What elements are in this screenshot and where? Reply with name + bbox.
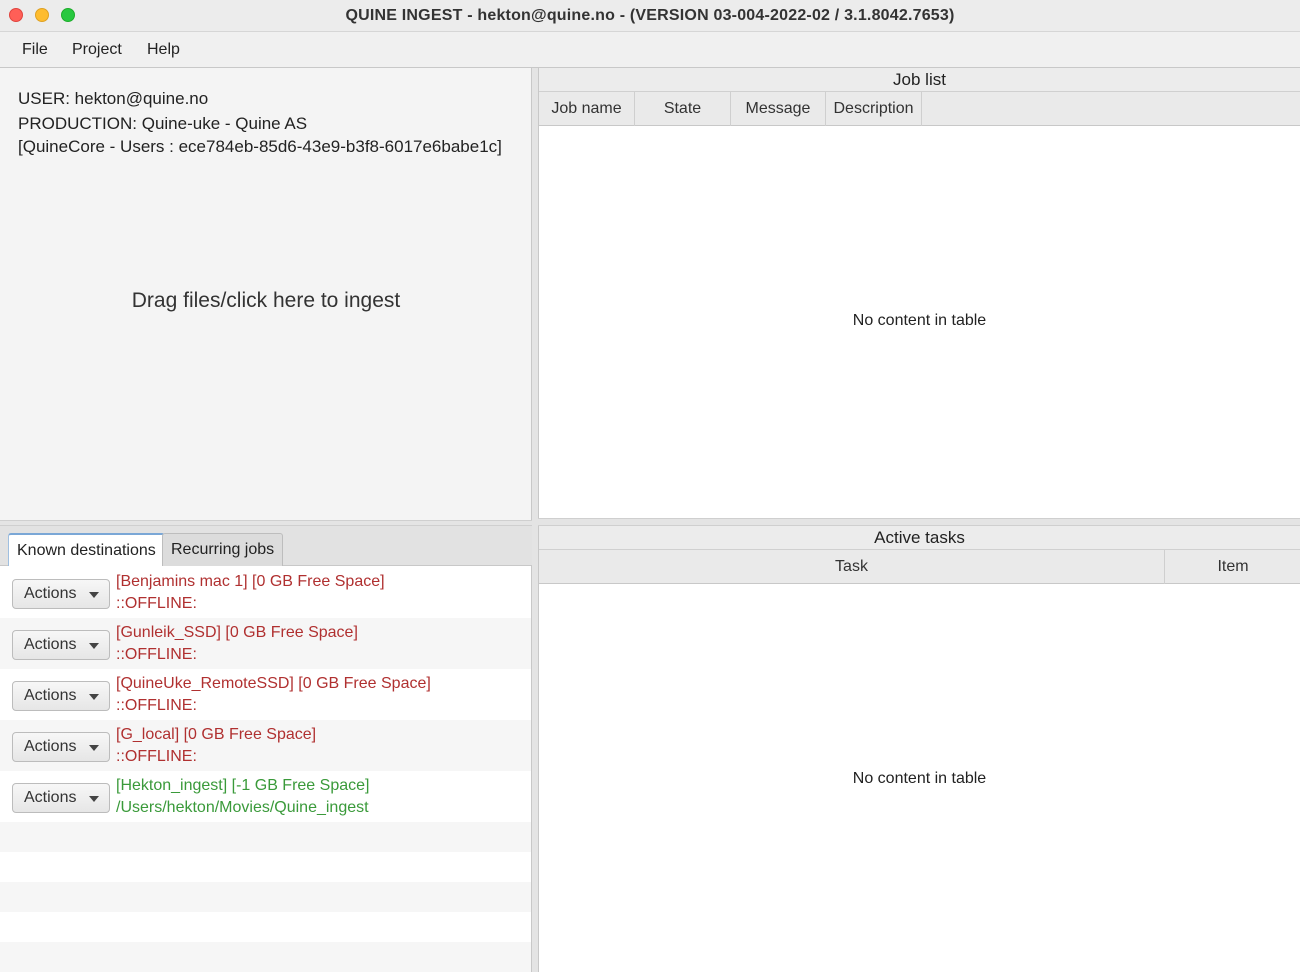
- column-job-name[interactable]: Job name: [539, 92, 635, 126]
- caret-down-icon: [89, 643, 99, 649]
- column-state[interactable]: State: [635, 92, 731, 126]
- destination-name: [G_local] [0 GB Free Space]: [116, 726, 317, 743]
- title-bar: QUINE INGEST - hekton@quine.no - (VERSIO…: [0, 0, 1300, 32]
- menu-bar: File Project Help: [0, 32, 1300, 68]
- destination-status: ::OFFLINE:: [116, 748, 197, 765]
- user-info: USER: hekton@quine.no: [18, 89, 209, 108]
- actions-label: Actions: [24, 789, 77, 806]
- core-info: [QuineCore - Users : ece784eb-85d6-43e9-…: [18, 137, 502, 156]
- menu-help[interactable]: Help: [147, 41, 180, 59]
- actions-dropdown-button[interactable]: Actions: [12, 783, 110, 813]
- empty-row: [0, 882, 531, 912]
- actions-dropdown-button[interactable]: Actions: [12, 579, 110, 609]
- list-item: Actions [Benjamins mac 1] [0 GB Free Spa…: [0, 567, 531, 618]
- destination-info: [G_local] [0 GB Free Space] ::OFFLINE:: [116, 724, 316, 768]
- destination-name: [Gunleik_SSD] [0 GB Free Space]: [116, 624, 358, 641]
- caret-down-icon: [89, 592, 99, 598]
- list-item: Actions [Gunleik_SSD] [0 GB Free Space] …: [0, 618, 531, 669]
- production-info: PRODUCTION: Quine-uke - Quine AS: [18, 114, 308, 133]
- destination-name: [QuineUke_RemoteSSD] [0 GB Free Space]: [116, 675, 431, 692]
- empty-row: [0, 822, 531, 852]
- column-item[interactable]: Item: [1165, 550, 1300, 584]
- destination-list: Actions [Benjamins mac 1] [0 GB Free Spa…: [0, 567, 531, 972]
- actions-label: Actions: [24, 636, 77, 653]
- empty-row: [0, 852, 531, 882]
- destination-status: ::OFFLINE:: [116, 646, 197, 663]
- job-list-panel: Job list Job name State Message Descript…: [538, 68, 1300, 520]
- window-title: QUINE INGEST - hekton@quine.no - (VERSIO…: [345, 7, 955, 24]
- destination-info: [QuineUke_RemoteSSD] [0 GB Free Space] :…: [116, 673, 431, 717]
- job-list-title: Job list: [539, 68, 1300, 92]
- list-item: Actions [G_local] [0 GB Free Space] ::OF…: [0, 720, 531, 771]
- active-tasks-empty-text: No content in table: [852, 770, 987, 787]
- column-description[interactable]: Description: [826, 92, 922, 126]
- destination-info: [Gunleik_SSD] [0 GB Free Space] ::OFFLIN…: [116, 622, 358, 666]
- empty-row: [0, 912, 531, 942]
- tab-recurring-jobs[interactable]: Recurring jobs: [162, 533, 284, 566]
- caret-down-icon: [89, 745, 99, 751]
- actions-dropdown-button[interactable]: Actions: [12, 630, 110, 660]
- destination-status: ::OFFLINE:: [116, 595, 197, 612]
- actions-label: Actions: [24, 687, 77, 704]
- destination-status: ::OFFLINE:: [116, 697, 197, 714]
- actions-dropdown-button[interactable]: Actions: [12, 732, 110, 762]
- menu-project[interactable]: Project: [72, 41, 122, 59]
- caret-down-icon: [89, 796, 99, 802]
- job-list-header: Job name State Message Description: [539, 92, 1300, 126]
- list-item: Actions [QuineUke_RemoteSSD] [0 GB Free …: [0, 669, 531, 720]
- caret-down-icon: [89, 694, 99, 700]
- destination-info: [Benjamins mac 1] [0 GB Free Space] ::OF…: [116, 571, 385, 615]
- destination-name: [Hekton_ingest] [-1 GB Free Space]: [116, 777, 370, 794]
- active-tasks-header: Task Item: [539, 550, 1300, 584]
- actions-dropdown-button[interactable]: Actions: [12, 681, 110, 711]
- destination-path: /Users/hekton/Movies/Quine_ingest: [116, 799, 369, 816]
- destinations-panel: Known destinations Recurring jobs Action…: [0, 526, 532, 972]
- column-message[interactable]: Message: [731, 92, 826, 126]
- list-item: Actions [Hekton_ingest] [-1 GB Free Spac…: [0, 771, 531, 822]
- job-list-empty-text: No content in table: [852, 312, 987, 329]
- empty-row: [0, 942, 531, 972]
- active-tasks-panel: Active tasks Task Item No content in tab…: [538, 526, 1300, 972]
- tab-bar: Known destinations Recurring jobs: [0, 526, 532, 566]
- destination-info: [Hekton_ingest] [-1 GB Free Space] /User…: [116, 775, 369, 819]
- column-task[interactable]: Task: [539, 550, 1165, 584]
- menu-file[interactable]: File: [22, 41, 48, 59]
- tab-known-destinations[interactable]: Known destinations: [8, 533, 165, 566]
- active-tasks-title: Active tasks: [539, 526, 1300, 550]
- right-splitter[interactable]: [538, 518, 1300, 526]
- ingest-drop-area[interactable]: USER: hekton@quine.no PRODUCTION: Quine-…: [0, 68, 532, 522]
- actions-label: Actions: [24, 738, 77, 755]
- actions-label: Actions: [24, 585, 77, 602]
- drop-instructions: Drag files/click here to ingest: [131, 289, 401, 312]
- destination-name: [Benjamins mac 1] [0 GB Free Space]: [116, 573, 385, 590]
